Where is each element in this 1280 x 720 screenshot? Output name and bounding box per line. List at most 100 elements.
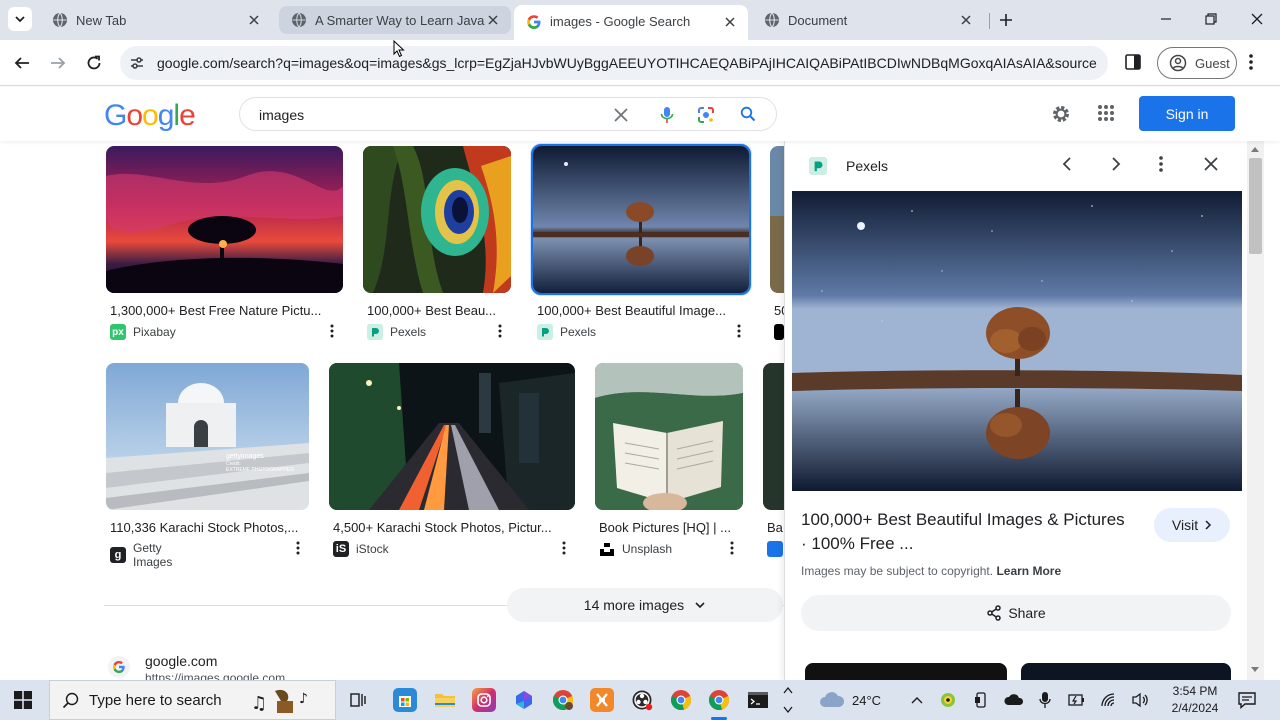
result-thumbnail[interactable]	[531, 144, 751, 295]
wifi-icon[interactable]	[1100, 692, 1118, 708]
result-thumbnail[interactable]: gettyimages Credit: EXTREME PHOTOGRAPHER	[106, 363, 309, 510]
more-images-button[interactable]: 14 more images	[507, 588, 783, 622]
scroll-down-arrow-icon[interactable]	[1250, 666, 1260, 674]
side-panel-button[interactable]	[1124, 53, 1142, 71]
restore-button[interactable]	[1200, 8, 1222, 30]
search-query: images	[259, 107, 305, 123]
tray-app-icon[interactable]	[940, 692, 956, 708]
result-source[interactable]: Unsplash	[599, 541, 672, 557]
more-vertical-icon[interactable]	[734, 323, 744, 339]
more-vertical-icon[interactable]	[293, 540, 303, 556]
result-title[interactable]: 110,336 Karachi Stock Photos,...	[110, 520, 310, 535]
file-explorer-button[interactable]	[433, 688, 457, 712]
more-vertical-icon[interactable]	[327, 323, 337, 339]
result-title[interactable]: 50	[774, 303, 784, 318]
chrome-active-button[interactable]	[707, 688, 731, 720]
start-button[interactable]	[14, 691, 32, 709]
next-image-button[interactable]	[1106, 155, 1124, 173]
volume-icon[interactable]	[1131, 692, 1149, 708]
tab-google-search[interactable]: images - Google Search	[514, 5, 748, 40]
clear-icon[interactable]	[613, 107, 629, 123]
task-view-button[interactable]	[347, 688, 371, 712]
minimize-button[interactable]	[1155, 8, 1177, 30]
preview-title[interactable]: 100,000+ Best Beautiful Images & Picture…	[801, 508, 1131, 556]
tab-search-button[interactable]	[8, 7, 32, 31]
result-title[interactable]: 4,500+ Karachi Stock Photos, Pictur...	[333, 520, 575, 535]
microsoft-store-button[interactable]	[393, 688, 417, 712]
settings-button[interactable]	[1050, 103, 1072, 125]
more-vertical-icon	[1159, 156, 1163, 172]
chrome-button[interactable]	[669, 688, 693, 712]
result-thumbnail[interactable]	[106, 146, 343, 293]
more-vertical-icon[interactable]	[495, 323, 505, 339]
back-button[interactable]	[10, 51, 34, 75]
forward-button[interactable]	[46, 51, 70, 75]
result-source[interactable]: Pexels	[367, 324, 426, 340]
result-title[interactable]: 1,300,000+ Best Free Nature Pictu...	[110, 303, 340, 318]
new-tab-button[interactable]	[996, 10, 1016, 30]
tab-close-icon[interactable]	[485, 12, 501, 28]
browser-menu-button[interactable]	[1248, 53, 1254, 71]
notification-center-button[interactable]	[1238, 691, 1256, 709]
result-thumbnail[interactable]	[770, 146, 784, 293]
previous-image-button[interactable]	[1059, 155, 1077, 173]
onedrive-icon[interactable]	[1004, 692, 1024, 708]
result-thumbnail[interactable]	[363, 146, 511, 293]
search-icon[interactable]	[740, 106, 756, 122]
close-icon	[1251, 13, 1263, 25]
result-title[interactable]: 100,000+ Best Beautiful Image...	[537, 303, 747, 318]
result-source[interactable]: Pexels	[537, 324, 596, 340]
tab-javascript-book[interactable]: A Smarter Way to Learn JavaScript	[279, 6, 511, 34]
result-title[interactable]: 100,000+ Best Beau...	[367, 303, 509, 318]
result-thumbnail[interactable]	[763, 363, 784, 510]
sign-in-button[interactable]: Sign in	[1139, 96, 1235, 131]
tab-close-icon[interactable]	[722, 14, 738, 30]
taskbar-search-input[interactable]: Type here to search ♫ ♪	[49, 680, 336, 720]
tab-new-tab[interactable]: New Tab	[40, 6, 272, 34]
panel-close-button[interactable]	[1202, 155, 1220, 173]
reload-button[interactable]	[82, 51, 106, 75]
scroll-up-arrow-icon[interactable]	[1250, 145, 1260, 153]
result-thumbnail[interactable]	[595, 363, 743, 510]
lens-icon[interactable]	[697, 106, 715, 124]
panel-source-name[interactable]: Pexels	[846, 158, 888, 174]
tab-document[interactable]: Document	[752, 6, 984, 34]
profile-guest-button[interactable]: Guest	[1157, 47, 1237, 79]
share-button[interactable]: Share	[801, 595, 1231, 631]
google-apps-button[interactable]	[1097, 104, 1115, 122]
terminal-button[interactable]	[746, 688, 770, 712]
tab-close-icon[interactable]	[958, 12, 974, 28]
scrollbar-thumb[interactable]	[1249, 158, 1262, 254]
xampp-button[interactable]	[590, 688, 614, 712]
google-logo[interactable]: Google	[104, 99, 196, 133]
address-bar[interactable]: google.com/search?q=images&oq=images&gs_…	[120, 46, 1108, 80]
phone-link-icon[interactable]	[974, 692, 988, 708]
panel-more-button[interactable]	[1158, 155, 1164, 173]
obs-button[interactable]	[630, 688, 654, 712]
site-info-icon[interactable]	[128, 54, 146, 72]
taskbar-scroll-arrows-icon[interactable]	[783, 685, 793, 715]
web-result-site[interactable]: google.com	[145, 653, 217, 669]
result-title[interactable]: Book Pictures [HQ] | ...	[599, 520, 741, 535]
result-source[interactable]: g Getty Images	[110, 541, 172, 569]
copilot-button[interactable]	[512, 688, 536, 712]
taskbar-clock[interactable]: 3:54 PM 2/4/2024	[1164, 683, 1226, 717]
show-hidden-icons-icon[interactable]	[911, 695, 923, 705]
microphone-icon[interactable]	[660, 106, 674, 124]
close-window-button[interactable]	[1246, 8, 1268, 30]
instagram-button[interactable]	[472, 688, 496, 712]
more-vertical-icon[interactable]	[559, 540, 569, 556]
more-vertical-icon[interactable]	[727, 540, 737, 556]
weather-widget[interactable]: 24°C	[819, 680, 881, 720]
search-input[interactable]: images	[239, 97, 777, 131]
battery-icon[interactable]	[1068, 693, 1086, 707]
result-source[interactable]: px Pixabay	[110, 324, 176, 340]
result-thumbnail[interactable]	[329, 363, 575, 510]
learn-more-link[interactable]: Learn More	[996, 564, 1061, 578]
tab-close-icon[interactable]	[246, 12, 262, 28]
visit-button[interactable]: Visit	[1154, 508, 1230, 542]
microphone-icon[interactable]	[1039, 691, 1051, 709]
chrome-profile-button[interactable]	[551, 688, 575, 712]
preview-image[interactable]	[792, 191, 1242, 491]
result-source[interactable]: iS iStock	[333, 541, 389, 557]
